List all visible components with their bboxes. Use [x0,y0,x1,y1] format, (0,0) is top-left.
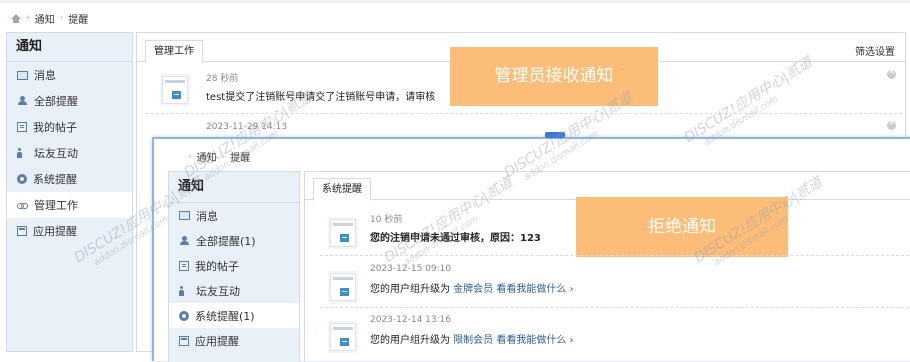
notice-icon [330,273,356,301]
notice-icon [330,219,356,247]
sidebar-item-label: 全部提醒(1) [196,234,256,248]
close-icon[interactable] [887,118,896,130]
app-icon [179,335,189,346]
overlay-panel: › 通知 › 提醒 通知 消息 全部提醒(1) 我的帖子 坛友互动 系统提醒(1… [152,132,910,362]
tab-system-reminders[interactable]: 系统提醒 [313,178,371,201]
chevron-right-icon: › [59,13,64,23]
sidebar-item-label: 我的帖子 [33,121,77,134]
sidebar-item-messages[interactable]: 消息 [169,203,299,228]
home-icon[interactable] [10,13,21,23]
sidebar-item-label: 消息 [196,209,218,223]
sidebar-item-messages[interactable]: 消息 [7,62,132,88]
sidebar-item-apps[interactable]: 应用提醒 [7,218,132,244]
breadcrumb-item[interactable]: 通知 [35,11,55,26]
notice-message: 您的用户组升级为 金牌会员 看看我能做什么 › [370,280,574,295]
posts-icon [17,122,27,132]
mail-icon [179,211,190,220]
notice-time: 10 秒前 [370,215,403,225]
mail-icon [17,70,28,80]
sidebar-item-label: 坛友互动 [196,284,240,298]
home-icon[interactable] [172,152,183,161]
notice-time: 28 秒前 [206,74,239,84]
sidebar-item-my-posts[interactable]: 我的帖子 [7,114,132,140]
gear-icon [17,174,27,184]
notice-message: 您的用户组升级为 限制会员 看看我能做什么 › [370,331,574,346]
notice-message: 您的注销申请未通过审核，原因：123 [370,233,541,244]
sidebar-item-label: 应用提醒 [33,225,77,238]
tab-management[interactable]: 管理工作 [145,40,203,63]
notice-icon [330,323,356,351]
sidebar-item-label: 我的帖子 [195,259,239,273]
link-icon [17,203,28,209]
user-group-link[interactable]: 金牌会员 [453,284,493,295]
notice-icon [162,76,188,104]
sidebar-item-interaction[interactable]: 坛友互动 [7,140,132,166]
sidebar-item-management[interactable]: 管理工作 [7,192,132,218]
breadcrumb-item[interactable]: 提醒 [68,11,88,26]
person-icon [17,96,28,106]
breadcrumb-item[interactable]: 通知 [197,149,217,164]
sidebar-item-label: 系统提醒(1) [195,309,255,323]
posts-icon [179,260,189,271]
person-icon [179,235,190,246]
app-icon [17,226,27,236]
notice-text: 您的用户组升级为 [370,335,450,346]
divider [320,255,910,256]
sidebar-item-label: 管理工作 [34,199,78,212]
sidebar-item-label: 应用提醒 [195,334,239,348]
sidebar: 通知 消息 全部提醒(1) 我的帖子 坛友互动 系统提醒(1) 应用提醒 [168,171,300,362]
top-border [0,0,910,3]
chevron-right-icon: › [26,13,30,23]
sidebar-item-label: 系统提醒 [33,173,77,186]
divider [146,113,902,114]
sidebar-item-label: 坛友互动 [34,147,78,160]
chevron-right-icon: › [221,151,226,162]
sidebar-item-label: 全部提醒 [34,95,78,108]
chevron-right-icon: › [188,151,192,162]
annotation-banner: 管理员接收通知 [450,47,658,106]
sidebar-item-all-reminders[interactable]: 全部提醒 [7,88,132,114]
close-icon[interactable] [887,67,896,79]
sidebar-item-system[interactable]: 系统提醒 [7,166,132,192]
what-can-i-do-link[interactable]: 看看我能做什么 › [496,335,573,346]
notice-time: 2023-12-14 13:16 [370,315,452,325]
tab-bar: 系统提醒 [305,172,910,201]
notice-time: 2023-12-15 09:10 [370,264,452,274]
sidebar-title: 通知 [169,172,299,203]
breadcrumb: › 通知 › 提醒 [172,149,250,165]
gear-icon [179,310,189,321]
breadcrumb-item[interactable]: 提醒 [230,149,250,164]
divider [320,307,910,308]
breadcrumb: › 通知 › 提醒 [10,10,88,26]
friends-icon [179,285,190,296]
filter-settings-link[interactable]: 筛选设置 [855,43,895,58]
sidebar-item-system[interactable]: 系统提醒(1) [169,303,299,328]
notice-message: test提交了注销账号申请交了注销账号申请，请审核 [206,92,436,103]
user-group-link[interactable]: 限制会员 [453,335,493,346]
annotation-banner: 拒绝通知 [576,197,788,257]
notice-text: 您的用户组升级为 [370,284,450,295]
sidebar-title: 通知 [7,33,132,62]
sidebar: 通知 消息 全部提醒 我的帖子 坛友互动 系统提醒 管理工作 应用提醒 [6,32,133,352]
drag-handle[interactable] [545,132,565,138]
sidebar-item-interaction[interactable]: 坛友互动 [169,278,299,303]
sidebar-item-apps[interactable]: 应用提醒 [169,328,299,353]
sidebar-item-label: 消息 [34,69,56,82]
sidebar-item-my-posts[interactable]: 我的帖子 [169,253,299,278]
friends-icon [17,148,28,158]
what-can-i-do-link[interactable]: 看看我能做什么 › [496,284,573,295]
notice-time: 2023-11-29 14:13 [206,122,288,132]
sidebar-item-all-reminders[interactable]: 全部提醒(1) [169,228,299,253]
